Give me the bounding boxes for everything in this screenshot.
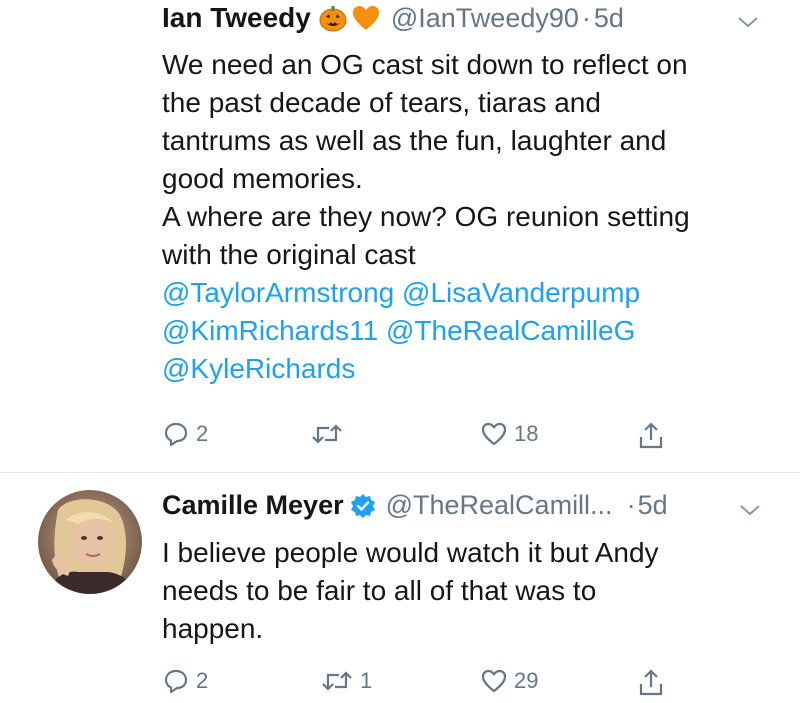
separator-dot: ·: [626, 490, 636, 520]
text-line: happen.: [162, 613, 264, 644]
tweet-actions: 2 1 29: [162, 667, 682, 699]
tweet-header: Camille Meyer @TheRealCamill... · 5d: [162, 490, 668, 521]
like-count: 18: [514, 421, 539, 446]
mention-line: @KyleRichards: [162, 350, 782, 388]
author-name[interactable]: Ian Tweedy: [162, 2, 311, 34]
reply-button[interactable]: 2: [162, 667, 208, 695]
tweet-actions: 2 18: [162, 420, 682, 452]
reply-icon: [164, 669, 188, 694]
text-line: good memories.: [162, 163, 363, 194]
tweet-timestamp[interactable]: 5d: [594, 3, 624, 34]
author-handle[interactable]: @TheRealCamill...: [386, 490, 613, 521]
verified-badge-icon: [350, 493, 375, 518]
text-line: We need an OG cast sit down to reflect o…: [162, 49, 688, 80]
share-button[interactable]: [638, 667, 664, 697]
retweet-button[interactable]: 1: [320, 667, 372, 695]
mention-link[interactable]: @TheRealCamilleG: [386, 315, 635, 346]
separator-dot: ·: [581, 2, 591, 33]
mention-line: @TaylorArmstrong @LisaVanderpump: [162, 274, 782, 312]
text-line: with the original cast: [162, 239, 416, 270]
chevron-down-icon[interactable]: [738, 502, 762, 518]
share-button[interactable]: [638, 420, 664, 450]
avatar-image: [38, 490, 142, 594]
like-button[interactable]: 18: [480, 420, 538, 448]
heart-icon: [481, 422, 507, 446]
text-line: the past decade of tears, tiaras and: [162, 87, 601, 118]
chevron-down-icon[interactable]: [736, 14, 760, 30]
text-line: I believe people would watch it but Andy: [162, 537, 659, 568]
share-icon: [639, 669, 663, 696]
mention-link[interactable]: @KimRichards11: [162, 315, 378, 346]
retweet-icon: [322, 671, 352, 691]
author-name[interactable]: Camille Meyer: [162, 490, 344, 521]
mention-link[interactable]: @TaylorArmstrong: [162, 277, 394, 308]
text-line: needs to be fair to all of that was to: [162, 575, 597, 606]
author-handle[interactable]: @IanTweedy90: [391, 3, 579, 34]
mention-line: @KimRichards11 @TheRealCamilleG: [162, 312, 782, 350]
avatar[interactable]: [38, 490, 142, 594]
tweet-text: I believe people would watch it but Andy…: [162, 534, 782, 648]
mention-link[interactable]: @KyleRichards: [162, 353, 355, 384]
share-icon: [639, 422, 663, 449]
reply-icon: [164, 422, 188, 447]
reply-button[interactable]: 2: [162, 420, 208, 448]
reply-count: 2: [196, 421, 209, 446]
tweet-ian-tweedy[interactable]: Ian Tweedy @IanTweedy90 · 5d We need an …: [0, 0, 800, 470]
reply-count: 2: [196, 668, 209, 693]
text-line: tantrums as well as the fun, laughter an…: [162, 125, 667, 156]
jack-o-lantern-icon: [319, 6, 347, 32]
mention-link[interactable]: @LisaVanderpump: [402, 277, 640, 308]
heart-icon: [481, 669, 507, 693]
retweet-count: 1: [360, 668, 373, 693]
orange-heart-icon: [352, 6, 379, 30]
like-count: 29: [514, 668, 539, 693]
like-button[interactable]: 29: [480, 667, 538, 695]
tweet-text: We need an OG cast sit down to reflect o…: [162, 46, 782, 388]
tweet-header: Ian Tweedy @IanTweedy90 · 5d: [162, 2, 624, 34]
retweet-button[interactable]: [310, 420, 350, 448]
retweet-icon: [312, 424, 342, 444]
tweet-timestamp[interactable]: 5d: [638, 490, 668, 521]
text-line: A where are they now? OG reunion setting: [162, 201, 690, 232]
